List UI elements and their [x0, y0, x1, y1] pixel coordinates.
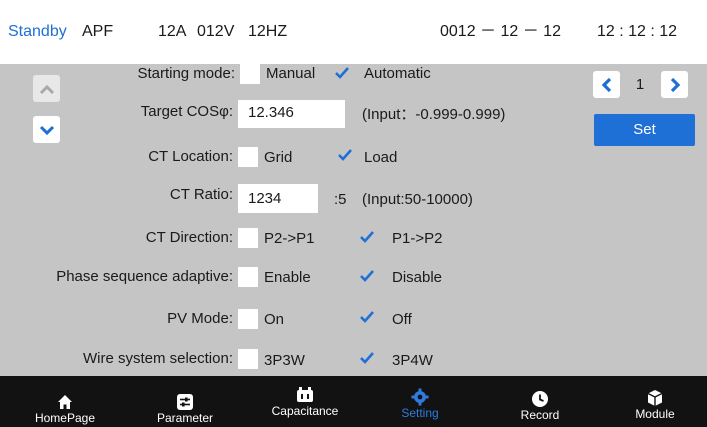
home-icon: [58, 395, 72, 409]
pv-off-option: Off: [392, 311, 412, 328]
starting-mode-label: Starting mode:: [137, 65, 235, 82]
automatic-check-icon[interactable]: [334, 65, 350, 81]
sliders-icon: [177, 394, 193, 410]
scroll-up-button[interactable]: [33, 75, 60, 102]
automatic-option: Automatic: [364, 65, 431, 82]
grid-checkbox[interactable]: [238, 147, 258, 167]
pv-on-option: On: [264, 311, 285, 328]
tab-record-label: Record: [520, 408, 560, 422]
target-cos-label: Target COSφ:: [140, 103, 233, 120]
disable-option: Disable: [392, 269, 443, 286]
tab-parameter[interactable]: Parameter: [140, 376, 230, 427]
enable-checkbox[interactable]: [238, 267, 258, 287]
load-option: Load: [364, 149, 398, 166]
manual-checkbox[interactable]: [240, 64, 260, 84]
3p3w-option: 3P3W: [264, 352, 305, 369]
page-number: 1: [635, 76, 645, 93]
set-button[interactable]: Set: [594, 114, 695, 146]
ct-ratio-label: CT Ratio:: [169, 186, 233, 203]
status-bar: Standby APF 12A 012V 12HZ 0012 － 12 － 12…: [0, 0, 707, 64]
status-current: 12A: [158, 23, 187, 40]
pv-on-checkbox[interactable]: [238, 309, 258, 329]
tab-capacitance[interactable]: Capacitance: [260, 376, 350, 427]
ct-ratio-hint: (Input:50-10000): [362, 191, 473, 208]
p2-p1-option: P2->P1: [264, 230, 315, 247]
tab-homepage-label: HomePage: [34, 411, 96, 425]
status-device: APF: [82, 23, 114, 40]
tab-module[interactable]: Module: [610, 376, 700, 427]
status-voltage: 012V: [197, 23, 235, 40]
ct-location-label: CT Location:: [148, 148, 233, 165]
wire-system-label: Wire system selection:: [82, 350, 233, 367]
ct-direction-label: CT Direction:: [145, 229, 233, 246]
disable-check-icon[interactable]: [359, 268, 375, 284]
manual-option: Manual: [266, 65, 316, 82]
tab-capacitance-label: Capacitance: [271, 404, 339, 418]
chevron-up-icon: [39, 84, 54, 94]
pv-mode-label: PV Mode:: [167, 310, 233, 327]
tab-parameter-label: Parameter: [156, 411, 214, 425]
tab-module-label: Module: [635, 407, 675, 421]
tab-homepage[interactable]: HomePage: [20, 376, 110, 427]
status-time: 12 : 12 : 12: [597, 23, 678, 40]
status-frequency: 12HZ: [248, 23, 288, 40]
previous-page-button[interactable]: [593, 71, 620, 98]
grid-option: Grid: [264, 149, 293, 166]
enable-option: Enable: [264, 269, 311, 286]
p1-p2-option: P1->P2: [392, 230, 443, 247]
chevron-left-icon: [601, 77, 611, 92]
status-state: Standby: [8, 23, 67, 40]
tab-setting[interactable]: Setting: [375, 376, 465, 427]
scroll-down-button[interactable]: [33, 116, 60, 143]
gear-icon: [411, 388, 429, 406]
target-cos-hint: (Input：-0.999-0.999): [362, 106, 506, 123]
bottom-nav: HomePage Parameter Capacitance Setting R…: [0, 376, 707, 427]
ct-ratio-suffix: :5: [334, 191, 347, 208]
capacitor-icon: [297, 387, 313, 402]
next-page-button[interactable]: [661, 71, 688, 98]
p1-p2-check-icon[interactable]: [359, 229, 375, 245]
tab-setting-label: Setting: [401, 406, 439, 420]
ct-ratio-input[interactable]: 1234: [238, 184, 318, 213]
phase-sequence-label: Phase sequence adaptive:: [56, 268, 233, 285]
target-cos-input[interactable]: 12.346: [238, 100, 345, 128]
pv-off-check-icon[interactable]: [359, 309, 375, 325]
3p3w-checkbox[interactable]: [238, 349, 258, 369]
clock-icon: [532, 391, 548, 407]
3p4w-option: 3P4W: [392, 352, 433, 369]
load-check-icon[interactable]: [337, 147, 353, 163]
chevron-down-icon: [39, 125, 54, 135]
chevron-right-icon: [670, 77, 680, 92]
cube-icon: [647, 390, 663, 406]
3p4w-check-icon[interactable]: [359, 350, 375, 366]
tab-record[interactable]: Record: [495, 376, 585, 427]
p2-p1-checkbox[interactable]: [238, 228, 258, 248]
status-date: 0012 － 12 － 12: [440, 23, 561, 40]
